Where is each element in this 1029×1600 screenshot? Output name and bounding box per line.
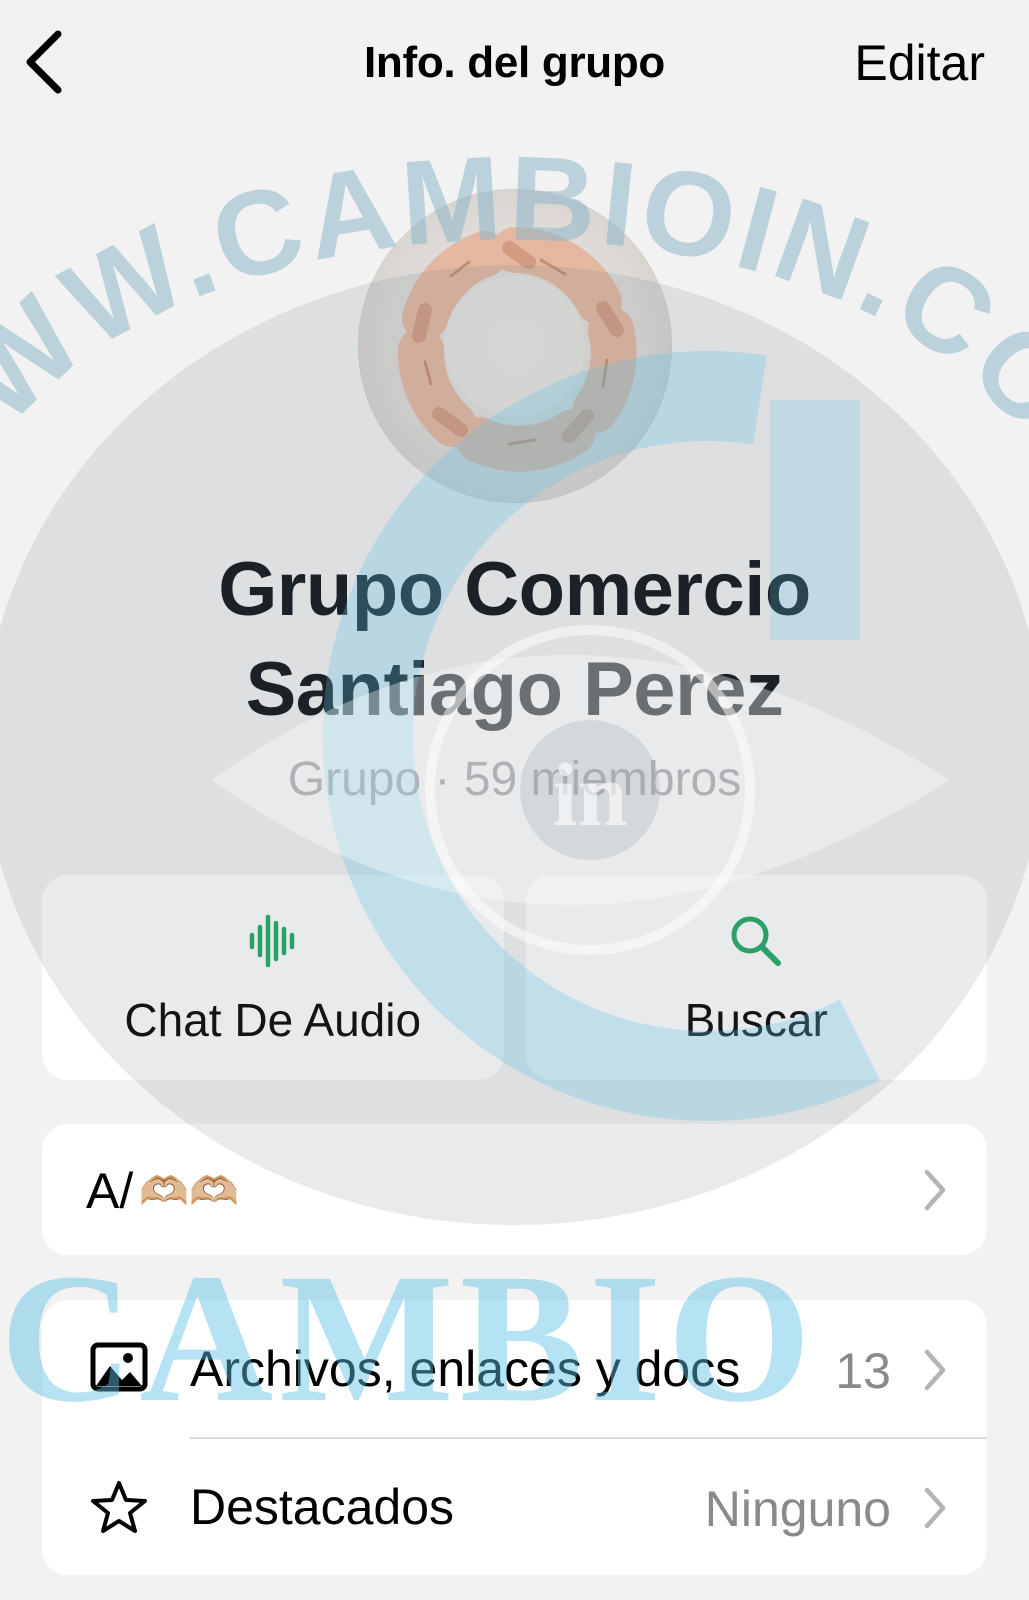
audio-chat-button[interactable]: Chat De Audio: [42, 875, 504, 1080]
search-icon: [731, 916, 782, 966]
group-member-count: Grupo · 59 miembros: [287, 753, 742, 806]
photo-icon: [90, 1342, 148, 1392]
starred-value: Ninguno: [704, 1481, 891, 1537]
media-list: Archivos, enlaces y docs 13 Destacados N…: [42, 1300, 987, 1575]
search-label: Buscar: [684, 994, 828, 1046]
group-description-text: A/: [86, 1163, 134, 1219]
action-row: Chat De Audio Buscar: [42, 875, 987, 1080]
files-count: 13: [835, 1343, 891, 1399]
chevron-right-icon: [924, 1169, 946, 1211]
group-description-row[interactable]: A/ 🫶🏼🫶🏼: [42, 1124, 987, 1255]
edit-button[interactable]: Editar: [854, 34, 985, 92]
group-description: A/ 🫶🏼🫶🏼: [86, 1162, 239, 1220]
audio-chat-label: Chat De Audio: [124, 994, 422, 1046]
navigation-bar: Info. del grupo Editar: [0, 0, 1029, 130]
audio-waveform-icon: [249, 914, 294, 968]
star-icon: [91, 1481, 147, 1533]
list-item-label: Destacados: [190, 1479, 455, 1535]
list-item-label: Archivos, enlaces y docs: [190, 1341, 741, 1397]
group-name-line-1: Grupo Comercio: [218, 547, 811, 632]
search-button[interactable]: Buscar: [525, 875, 987, 1080]
chevron-right-icon: [924, 1487, 946, 1529]
list-item-files-links-docs[interactable]: Archivos, enlaces y docs 13: [42, 1300, 987, 1439]
heart-hands-emoji: 🫶🏼🫶🏼: [139, 1169, 239, 1214]
group-name-line-2: Santiago Perez: [245, 647, 784, 732]
group-avatar[interactable]: [359, 190, 671, 502]
list-item-starred[interactable]: Destacados Ninguno: [42, 1438, 987, 1575]
chevron-right-icon: [924, 1349, 946, 1391]
group-name: Grupo Comercio Santiago Perez: [0, 540, 1029, 740]
hands-circle-image: [398, 227, 637, 472]
